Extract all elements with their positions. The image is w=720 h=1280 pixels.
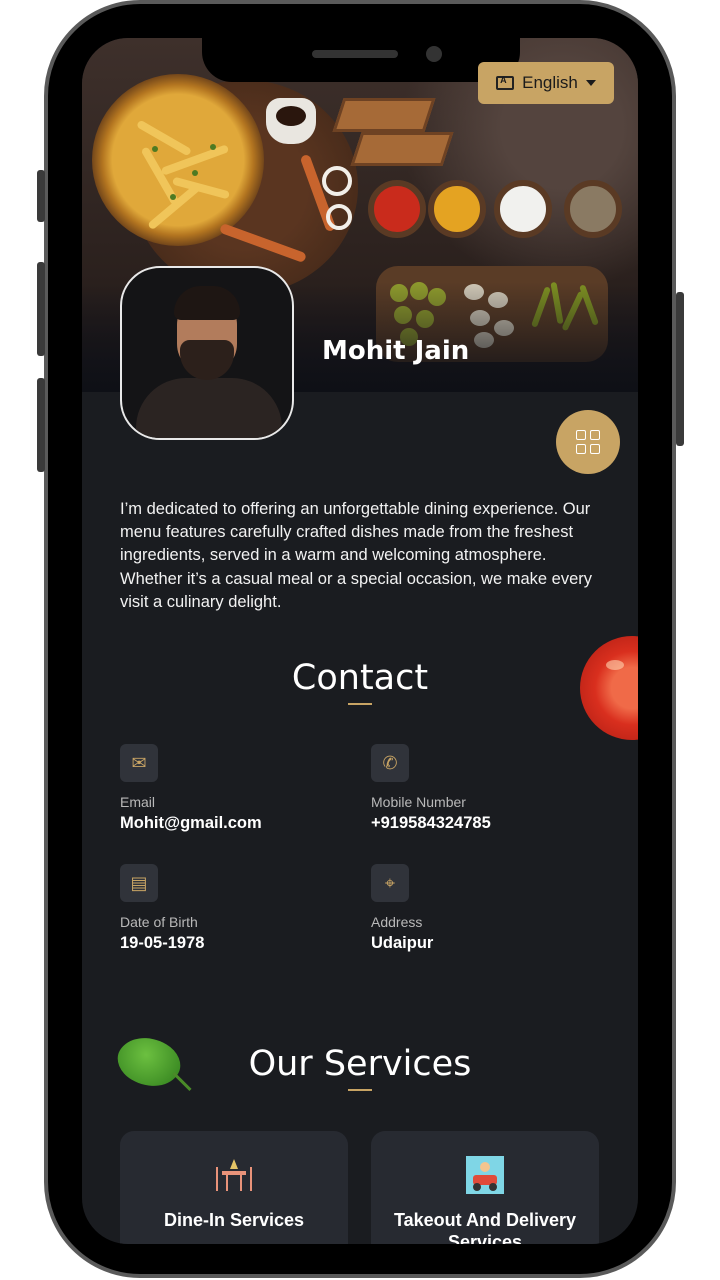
grid-icon <box>576 430 600 454</box>
location-pin-icon: ⌖ <box>371 864 409 902</box>
front-camera <box>426 46 442 62</box>
sauce-jug <box>266 98 316 144</box>
title-underline <box>348 1089 372 1091</box>
side-button <box>37 262 45 356</box>
contact-address[interactable]: ⌖ Address Udaipur <box>371 864 591 953</box>
app-screen: English Mohit Jain I’m dedicated to offe… <box>82 38 638 1244</box>
contact-label: Address <box>371 914 423 930</box>
menu-grid-button[interactable] <box>556 410 620 474</box>
toast-slice <box>332 98 436 132</box>
profile-avatar <box>120 266 294 440</box>
service-title: Takeout And Delivery Services <box>393 1210 577 1244</box>
contact-mobile[interactable]: ✆ Mobile Number +919584324785 <box>371 744 591 833</box>
toast-slice <box>350 132 454 166</box>
side-button <box>37 170 45 222</box>
spice-bowl <box>564 180 622 238</box>
contact-label: Mobile Number <box>371 794 466 810</box>
spice-bowl <box>368 180 426 238</box>
contact-value: +919584324785 <box>371 814 491 832</box>
speaker-grille <box>312 50 398 58</box>
side-button <box>37 378 45 472</box>
contact-title: Contact <box>291 658 429 698</box>
cake-icon: ▤ <box>120 864 158 902</box>
title-underline <box>348 703 372 705</box>
service-card-dine-in[interactable]: Dine-In Services <box>120 1131 348 1244</box>
contact-label: Email <box>120 794 156 810</box>
language-dropdown[interactable]: English <box>478 62 614 104</box>
phone-notch <box>202 30 520 82</box>
contact-value: Mohit@gmail.com <box>120 814 262 832</box>
fries-bowl <box>92 74 264 246</box>
translate-icon <box>496 75 515 90</box>
contact-dob: ▤ Date of Birth 19-05-1978 <box>120 864 340 953</box>
phone-icon: ✆ <box>371 744 409 782</box>
side-button <box>676 292 684 446</box>
caret-down-icon <box>585 80 596 86</box>
service-card-delivery[interactable]: Takeout And Delivery Services <box>371 1131 599 1244</box>
spice-bowl <box>428 180 486 238</box>
spice-bowl <box>494 180 552 238</box>
dining-table-icon <box>214 1155 254 1195</box>
services-title: Our Services <box>248 1044 472 1084</box>
contact-email[interactable]: ✉ Email Mohit@gmail.com <box>120 744 340 833</box>
contact-label: Date of Birth <box>120 914 198 930</box>
delivery-icon <box>465 1155 505 1195</box>
profile-name: Mohit Jain <box>322 336 470 366</box>
about-text: I’m dedicated to offering an unforgettab… <box>120 500 592 611</box>
contact-value: 19-05-1978 <box>120 934 205 952</box>
contact-value: Udaipur <box>371 934 434 952</box>
language-label: English <box>522 73 578 92</box>
mail-icon: ✉ <box>120 744 158 782</box>
service-title: Dine-In Services <box>163 1210 305 1230</box>
